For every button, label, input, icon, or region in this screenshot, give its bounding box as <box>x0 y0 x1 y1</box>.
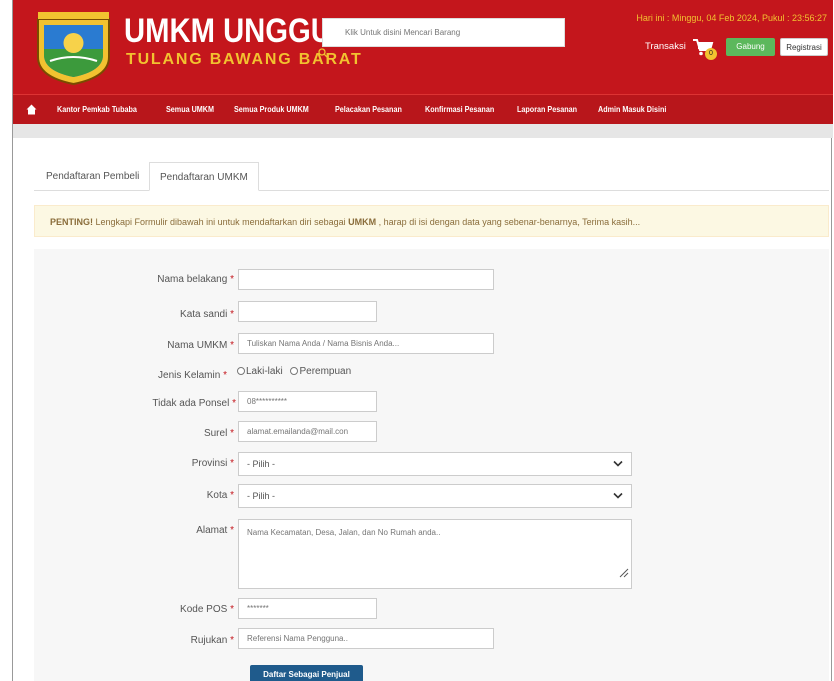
required-mark: * <box>230 340 234 351</box>
provinsi-selected-value: - Pilih - <box>247 459 276 469</box>
radio-laki-laki[interactable] <box>237 367 245 376</box>
jenis-kelamin-label-text: Jenis Kelamin <box>158 370 221 381</box>
radio-perempuan[interactable] <box>290 367 299 376</box>
gender-laki-label: Laki-laki <box>246 366 283 377</box>
alamat-label: Alamat * <box>196 525 234 536</box>
notice-strong-label: PENTING! <box>50 217 94 227</box>
cart-count-badge: 0 <box>705 48 717 60</box>
nav-item-admin-masuk[interactable]: Admin Masuk Disini <box>598 105 666 114</box>
ponsel-label-text: Tidak ada Ponsel <box>152 398 230 409</box>
required-mark: * <box>230 635 234 646</box>
kota-label-text: Kota <box>206 490 228 501</box>
important-notice: PENTING! Lengkapi Formulir dibawah ini u… <box>34 205 829 237</box>
rujukan-label: Rujukan * <box>191 635 234 646</box>
required-mark: * <box>223 370 227 381</box>
nav-item-semua-umkm[interactable]: Semua UMKM <box>166 105 214 114</box>
registrasi-button[interactable]: Registrasi <box>780 38 828 56</box>
nama-belakang-label: Nama belakang * <box>157 274 234 285</box>
search-input[interactable] <box>323 19 564 46</box>
notice-text-2: , harap di isi dengan data yang sebenar-… <box>376 217 641 227</box>
regency-logo[interactable] <box>30 9 117 86</box>
tab-pendaftaran-umkm[interactable]: Pendaftaran UMKM <box>149 162 259 191</box>
nav-item-konfirmasi-pesanan[interactable]: Konfirmasi Pesanan <box>425 105 494 114</box>
chevron-down-icon <box>613 460 623 467</box>
transaksi-link[interactable]: Transaksi <box>645 41 686 52</box>
required-mark: * <box>230 604 234 615</box>
site-header: UMKM UNGGULAN TULANG BAWANG BARAT Hari i… <box>13 0 833 94</box>
surel-label: Surel * <box>204 428 234 439</box>
provinsi-label-text: Provinsi <box>191 458 228 469</box>
provinsi-select[interactable]: - Pilih - <box>238 452 632 476</box>
tab-pendaftaran-pembeli[interactable]: Pendaftaran Pembeli <box>36 162 149 191</box>
kata-sandi-label-text: Kata sandi <box>180 309 228 320</box>
rujukan-input[interactable] <box>238 628 494 649</box>
required-mark: * <box>230 458 234 469</box>
gender-radio-group: Laki-laki Perempuan <box>237 366 356 377</box>
rujukan-label-text: Rujukan <box>190 635 228 646</box>
nama-umkm-label-text: Nama UMKM <box>167 340 228 351</box>
gender-option-laki[interactable]: Laki-laki <box>237 366 283 377</box>
nama-belakang-input[interactable] <box>238 269 494 290</box>
main-nav: Kantor Pemkab Tubaba Semua UMKM Semua Pr… <box>13 94 833 124</box>
nama-umkm-label: Nama UMKM * <box>167 340 234 351</box>
kode-pos-label-text: Kode POS <box>180 604 228 615</box>
provinsi-label: Provinsi * <box>192 458 234 469</box>
required-mark: * <box>230 525 234 536</box>
search-box[interactable] <box>322 18 565 47</box>
jenis-kelamin-label: Jenis Kelamin * <box>158 370 227 381</box>
nama-umkm-input[interactable] <box>238 333 494 354</box>
notice-text-1: Lengkapi Formulir dibawah ini untuk mend… <box>93 217 349 227</box>
logo-emblem-icon <box>30 9 117 86</box>
kode-pos-input[interactable] <box>238 598 377 619</box>
home-icon[interactable] <box>26 104 37 115</box>
kota-select[interactable]: - Pilih - <box>238 484 632 508</box>
nav-item-laporan-pesanan[interactable]: Laporan Pesanan <box>517 105 577 114</box>
gender-perempuan-label: Perempuan <box>299 366 352 377</box>
alamat-label-text: Alamat <box>196 525 228 536</box>
ponsel-label: Tidak ada Ponsel * <box>152 398 236 409</box>
resize-handle-icon[interactable] <box>617 566 629 578</box>
required-mark: * <box>230 428 234 439</box>
kata-sandi-label: Kata sandi * <box>180 309 234 320</box>
surel-input[interactable] <box>238 421 377 442</box>
surel-label-text: Surel <box>203 428 228 439</box>
required-mark: * <box>230 274 234 285</box>
search-icon[interactable] <box>318 48 328 58</box>
nama-belakang-label-text: Nama belakang <box>157 274 228 285</box>
notice-strong-umkm: UMKM <box>348 217 377 227</box>
gender-option-perempuan[interactable]: Perempuan <box>290 366 351 377</box>
required-mark: * <box>232 398 236 409</box>
date-time-text: Hari ini : Minggu, 04 Feb 2024, Pukul : … <box>636 13 827 23</box>
nav-item-kantor-pemkab[interactable]: Kantor Pemkab Tubaba <box>57 105 137 114</box>
ponsel-input[interactable] <box>238 391 377 412</box>
kode-pos-label: Kode POS * <box>180 604 234 615</box>
chevron-down-icon <box>613 492 623 499</box>
daftar-penjual-button[interactable]: Daftar Sebagai Penjual <box>250 665 363 681</box>
header-divider-band <box>13 124 833 138</box>
kata-sandi-input[interactable] <box>238 301 377 322</box>
gabung-button[interactable]: Gabung <box>726 38 775 56</box>
kota-label: Kota * <box>207 490 234 501</box>
nav-item-semua-produk[interactable]: Semua Produk UMKM <box>234 105 309 114</box>
required-mark: * <box>230 490 234 501</box>
kota-selected-value: - Pilih - <box>247 491 276 501</box>
page-frame: UMKM UNGGULAN TULANG BAWANG BARAT Hari i… <box>12 0 833 681</box>
alamat-textarea[interactable] <box>238 519 632 589</box>
nav-item-pelacakan-pesanan[interactable]: Pelacakan Pesanan <box>335 105 402 114</box>
required-mark: * <box>230 309 234 320</box>
